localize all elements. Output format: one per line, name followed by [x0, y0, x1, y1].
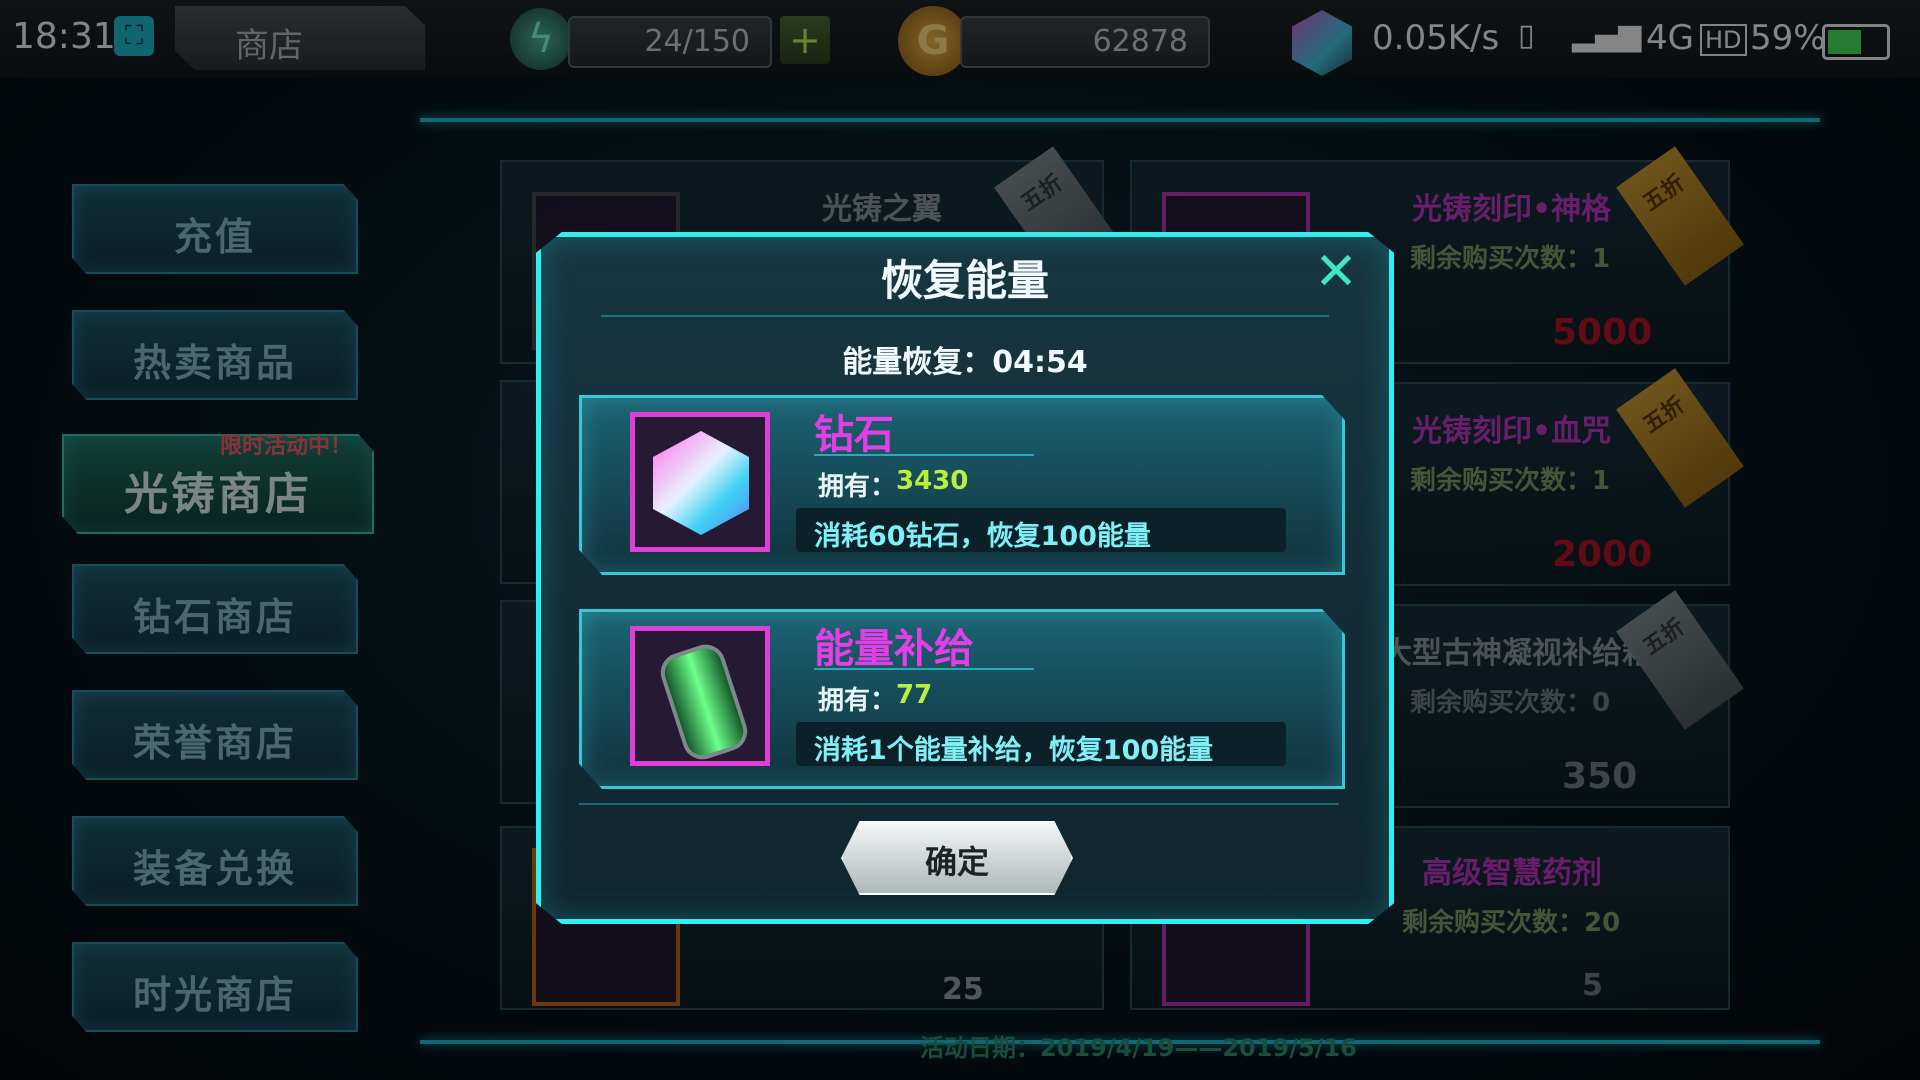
close-icon[interactable]: ✕: [1311, 246, 1361, 298]
energy-timer: 能量恢复：04:54: [842, 345, 1088, 380]
option-diamond[interactable]: 钻石 拥有： 3430 消耗60钻石，恢复100能量: [579, 395, 1345, 575]
option-description-text: 消耗60钻石，恢复100能量: [814, 521, 1151, 552]
dialog-title: 恢复能量: [880, 256, 1049, 305]
owned-value: 3430: [896, 466, 969, 496]
option-description: 消耗60钻石，恢复100能量: [796, 508, 1286, 552]
divider: [814, 454, 1034, 456]
owned-label: 拥有：: [818, 686, 897, 716]
option-description-text: 消耗1个能量补给，恢复100能量: [814, 735, 1214, 766]
option-name: 钻石: [814, 412, 894, 458]
confirm-button[interactable]: 确定: [841, 821, 1073, 895]
confirm-button-label: 确定: [924, 843, 989, 881]
divider: [601, 315, 1329, 317]
owned-value: 77: [896, 680, 933, 710]
option-description: 消耗1个能量补给，恢复100能量: [796, 722, 1286, 766]
energy-canister-icon: [630, 626, 770, 766]
option-energy-supply[interactable]: 能量补给 拥有： 77 消耗1个能量补给，恢复100能量: [579, 609, 1345, 789]
divider: [814, 668, 1034, 670]
option-name: 能量补给: [814, 626, 974, 672]
owned-label: 拥有：: [818, 472, 897, 502]
diamond-icon: [630, 412, 770, 552]
divider: [579, 803, 1339, 805]
restore-energy-dialog: 恢复能量 ✕ 能量恢复：04:54 钻石 拥有： 3430 消耗60钻石，恢复1…: [536, 232, 1394, 924]
